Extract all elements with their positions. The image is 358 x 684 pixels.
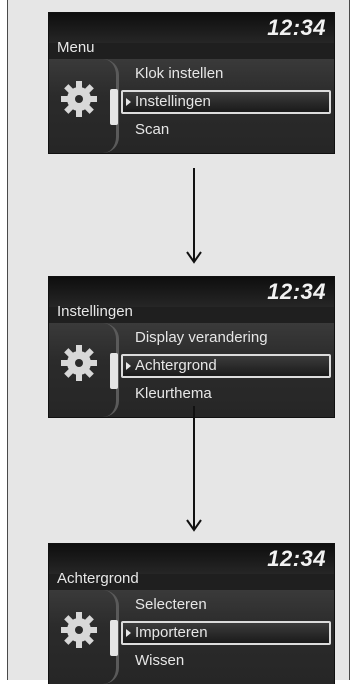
menu-item-kleurthema[interactable]: Kleurthema <box>135 385 212 402</box>
gear-icon <box>57 77 101 121</box>
gear-icon <box>57 341 101 385</box>
menu-item-importeren-selected[interactable]: Importeren <box>121 621 331 645</box>
menu-item-selecteren[interactable]: Selecteren <box>135 596 207 613</box>
menu-screen: 12:34 Menu Klok instellen Instellingen S… <box>49 13 334 153</box>
menu-list: Display verandering Achtergrond Kleurthe… <box>49 323 334 417</box>
arrow-down-icon <box>186 168 202 264</box>
screen-title: Instellingen <box>57 303 133 320</box>
achtergrond-screen: 12:34 Achtergrond Selecteren Importeren … <box>49 544 334 684</box>
menu-item-display-verandering[interactable]: Display verandering <box>135 329 268 346</box>
menu-item-klok-instellen[interactable]: Klok instellen <box>135 65 223 82</box>
menu-item-achtergrond-selected[interactable]: Achtergrond <box>121 354 331 378</box>
menu-item-wissen[interactable]: Wissen <box>135 652 184 669</box>
menu-item-label: Instellingen <box>135 93 211 110</box>
selection-arrow-icon <box>126 98 131 106</box>
menu-item-label: Importeren <box>135 624 208 641</box>
scroll-indicator <box>110 353 118 389</box>
arrow-down-icon <box>186 406 202 532</box>
screen-title: Achtergrond <box>57 570 139 587</box>
menu-list: Selecteren Importeren Wissen <box>49 590 334 684</box>
gear-icon <box>57 608 101 652</box>
clock: 12:34 <box>267 279 326 304</box>
menu-item-instellingen-selected[interactable]: Instellingen <box>121 90 331 114</box>
menu-list: Klok instellen Instellingen Scan <box>49 59 334 153</box>
screen-title: Menu <box>57 39 95 56</box>
instellingen-screen: 12:34 Instellingen Display verandering A… <box>49 277 334 417</box>
instruction-panel: 12:34 Menu Klok instellen Instellingen S… <box>7 0 350 684</box>
menu-item-scan[interactable]: Scan <box>135 121 169 138</box>
selection-arrow-icon <box>126 629 131 637</box>
menu-item-label: Achtergrond <box>135 357 217 374</box>
scroll-indicator <box>110 620 118 656</box>
clock: 12:34 <box>267 546 326 571</box>
scroll-indicator <box>110 89 118 125</box>
clock: 12:34 <box>267 15 326 40</box>
selection-arrow-icon <box>126 362 131 370</box>
